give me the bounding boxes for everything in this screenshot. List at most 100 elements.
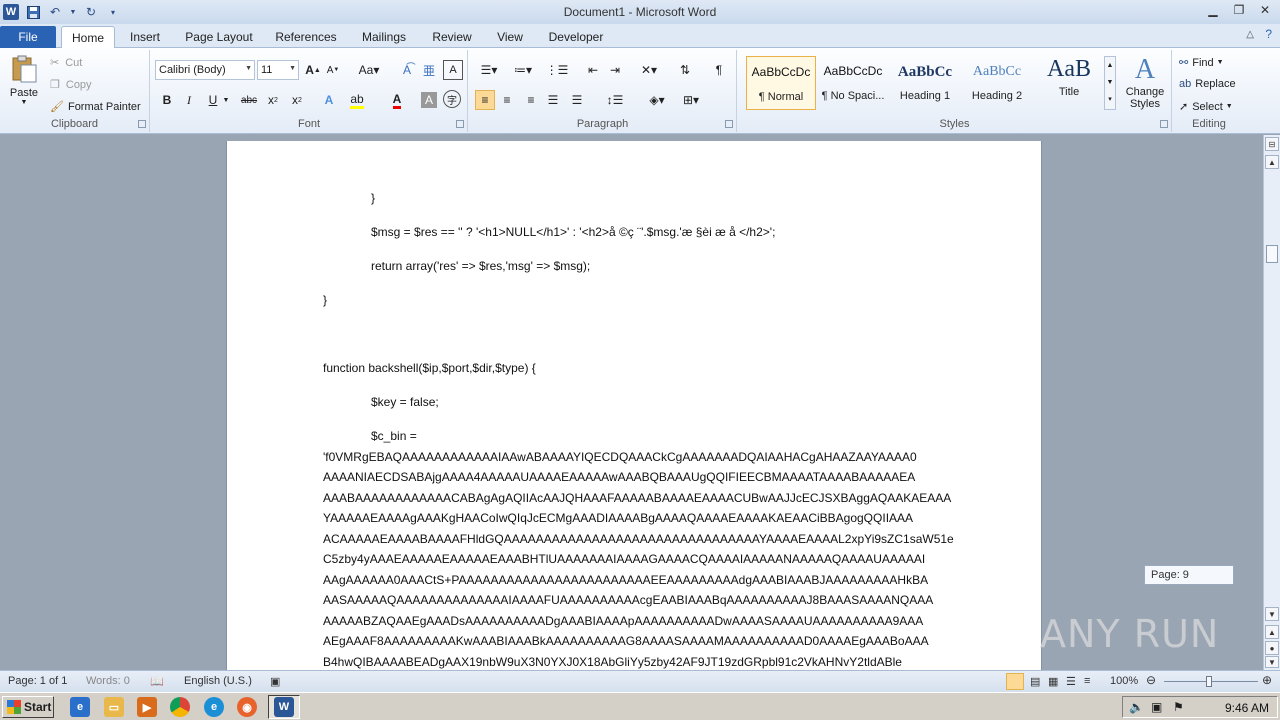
italic-icon[interactable]: I — [179, 90, 199, 110]
word-icon[interactable]: W — [3, 4, 19, 20]
grow-font-icon[interactable]: A ▲ — [303, 60, 323, 80]
change-styles-button[interactable]: A Change Styles — [1122, 54, 1168, 110]
style-title[interactable]: AaB Title — [1034, 56, 1104, 110]
ie-icon[interactable]: e — [70, 697, 90, 717]
align-left-icon[interactable]: ≡ — [475, 90, 495, 110]
enclose-characters-icon[interactable]: 字 — [443, 90, 461, 108]
style-normal[interactable]: AaBbCcDc ¶ Normal — [746, 56, 816, 110]
numbering-icon[interactable]: ≔▾ — [509, 60, 537, 80]
character-border-icon[interactable]: A — [443, 60, 463, 80]
restore-icon[interactable]: ❐ — [1228, 2, 1250, 18]
superscript-icon[interactable]: x2 — [287, 90, 307, 110]
styles-scroll-icon[interactable]: ▲ ▼ ▾ — [1104, 56, 1116, 110]
clear-formatting-icon[interactable]: A͡ — [397, 60, 417, 80]
proofing-icon[interactable]: 📖 — [150, 675, 164, 688]
tab-page-layout[interactable]: Page Layout — [180, 26, 258, 48]
undo-icon[interactable]: ↶ — [47, 4, 63, 20]
style-heading-2[interactable]: AaBbCc Heading 2 — [962, 56, 1032, 110]
bold-icon[interactable]: B — [157, 90, 177, 110]
tab-insert[interactable]: Insert — [122, 26, 168, 48]
character-shading-icon[interactable]: A — [421, 92, 437, 108]
font-name-combo[interactable]: Calibri (Body) ▼ — [155, 60, 255, 80]
macro-recording-icon[interactable]: ▣ — [270, 675, 280, 688]
next-page-icon[interactable]: ▼ — [1265, 656, 1279, 668]
format-painter-button[interactable]: 🖌 Format Painter — [50, 100, 141, 114]
web-layout-view-icon[interactable]: ▦ — [1048, 675, 1058, 688]
start-button[interactable]: Start — [2, 696, 54, 718]
copy-button[interactable]: ❐ Copy — [50, 78, 92, 92]
align-right-icon[interactable]: ≡ — [521, 90, 541, 110]
redo-icon[interactable]: ↻ — [83, 4, 99, 20]
tab-developer[interactable]: Developer — [544, 26, 608, 48]
minimize-ribbon-icon[interactable]: △ — [1246, 29, 1254, 40]
find-button[interactable]: ⚯ Find ▼ — [1179, 56, 1224, 70]
tab-references[interactable]: References — [268, 26, 344, 48]
outline-view-icon[interactable]: ☰ — [1066, 675, 1076, 688]
paragraph-launcher-icon[interactable] — [725, 120, 733, 128]
multilevel-list-icon[interactable]: ⋮☰ — [543, 60, 571, 80]
font-launcher-icon[interactable] — [456, 120, 464, 128]
replace-button[interactable]: ab Replace — [1179, 78, 1236, 90]
tab-review[interactable]: Review — [426, 26, 478, 48]
network-icon[interactable]: ▣ — [1151, 700, 1162, 714]
bullets-icon[interactable]: ☰▾ — [475, 60, 503, 80]
font-size-combo[interactable]: 11 ▼ — [257, 60, 299, 80]
tab-view[interactable]: View — [490, 26, 530, 48]
text-effects-icon[interactable]: A — [319, 90, 339, 110]
ruler-toggle-icon[interactable]: ⊟ — [1265, 137, 1279, 151]
word-count[interactable]: Words: 0 — [86, 675, 130, 687]
cut-button[interactable]: ✂ Cut — [50, 56, 82, 70]
undo-dropdown-icon[interactable]: ▼ — [69, 4, 77, 20]
select-browse-object-icon[interactable]: ● — [1265, 641, 1279, 655]
paste-button[interactable]: Paste ▼ — [6, 54, 42, 116]
borders-icon[interactable]: ⊞▾ — [677, 90, 705, 110]
minimize-icon[interactable]: ▁ — [1202, 2, 1224, 18]
close-icon[interactable]: ✕ — [1254, 2, 1276, 18]
zoom-out-icon[interactable]: ⊖ — [1146, 673, 1156, 687]
underline-dropdown-icon[interactable]: ▼ — [221, 90, 231, 110]
style-heading-1[interactable]: AaBbCc Heading 1 — [890, 56, 960, 110]
align-center-icon[interactable]: ≡ — [497, 90, 517, 110]
print-layout-view-icon[interactable] — [1006, 673, 1024, 690]
subscript-icon[interactable]: x2 — [263, 90, 283, 110]
draft-view-icon[interactable]: ≡ — [1084, 675, 1090, 687]
clock[interactable]: 9:46 AM — [1225, 701, 1269, 715]
volume-icon[interactable]: 🔈 — [1129, 700, 1144, 714]
scroll-up-icon[interactable]: ▲ — [1265, 155, 1279, 169]
language[interactable]: English (U.S.) — [184, 675, 252, 687]
zoom-in-icon[interactable]: ⊕ — [1262, 673, 1272, 687]
taskbar-word-button[interactable]: W — [268, 695, 300, 719]
shrink-font-icon[interactable]: A ▼ — [323, 60, 343, 80]
phonetic-guide-icon[interactable]: 亜 — [419, 60, 439, 80]
style-no-spacing[interactable]: AaBbCcDc ¶ No Spaci... — [818, 56, 888, 110]
zoom-level[interactable]: 100% — [1110, 675, 1138, 687]
asian-layout-icon[interactable]: ✕▾ — [635, 60, 663, 80]
action-center-icon[interactable]: ⚑ — [1173, 700, 1184, 714]
styles-launcher-icon[interactable] — [1160, 120, 1168, 128]
media-player-icon[interactable]: ▶ — [137, 697, 157, 717]
tab-mailings[interactable]: Mailings — [354, 26, 414, 48]
tab-home[interactable]: Home — [61, 26, 115, 49]
page-count[interactable]: Page: 1 of 1 — [8, 675, 67, 687]
scroll-down-icon[interactable]: ▼ — [1265, 607, 1279, 621]
distributed-icon[interactable]: ☰ — [567, 90, 587, 110]
justify-icon[interactable]: ☰ — [543, 90, 563, 110]
line-spacing-icon[interactable]: ↕☰ — [601, 90, 629, 110]
show-formatting-icon[interactable]: ¶ — [709, 60, 729, 80]
paste-dropdown-icon[interactable]: ▼ — [6, 99, 42, 106]
previous-page-icon[interactable]: ▲ — [1265, 625, 1279, 639]
document-page[interactable]: } $msg = $res == '' ? '<h1>NULL</h1>' : … — [226, 141, 1042, 681]
scrollbar-thumb[interactable] — [1266, 245, 1278, 263]
highlight-icon[interactable]: ab — [347, 90, 367, 110]
font-color-icon[interactable]: A — [387, 90, 407, 110]
strikethrough-icon[interactable]: abc — [239, 90, 259, 110]
shading-icon[interactable]: ◈▾ — [643, 90, 671, 110]
decrease-indent-icon[interactable]: ⇤ — [583, 60, 603, 80]
folder-icon[interactable]: ▭ — [104, 697, 124, 717]
select-button[interactable]: ➚ Select ▼ — [1179, 100, 1233, 114]
edge-icon[interactable]: e — [204, 697, 224, 717]
clipboard-launcher-icon[interactable] — [138, 120, 146, 128]
vertical-scrollbar[interactable]: ⊟ ▲ ▼ ▲ ● ▼ — [1263, 135, 1280, 670]
change-case-icon[interactable]: Aa▾ — [355, 60, 383, 80]
sort-icon[interactable]: ⇅ — [675, 60, 695, 80]
